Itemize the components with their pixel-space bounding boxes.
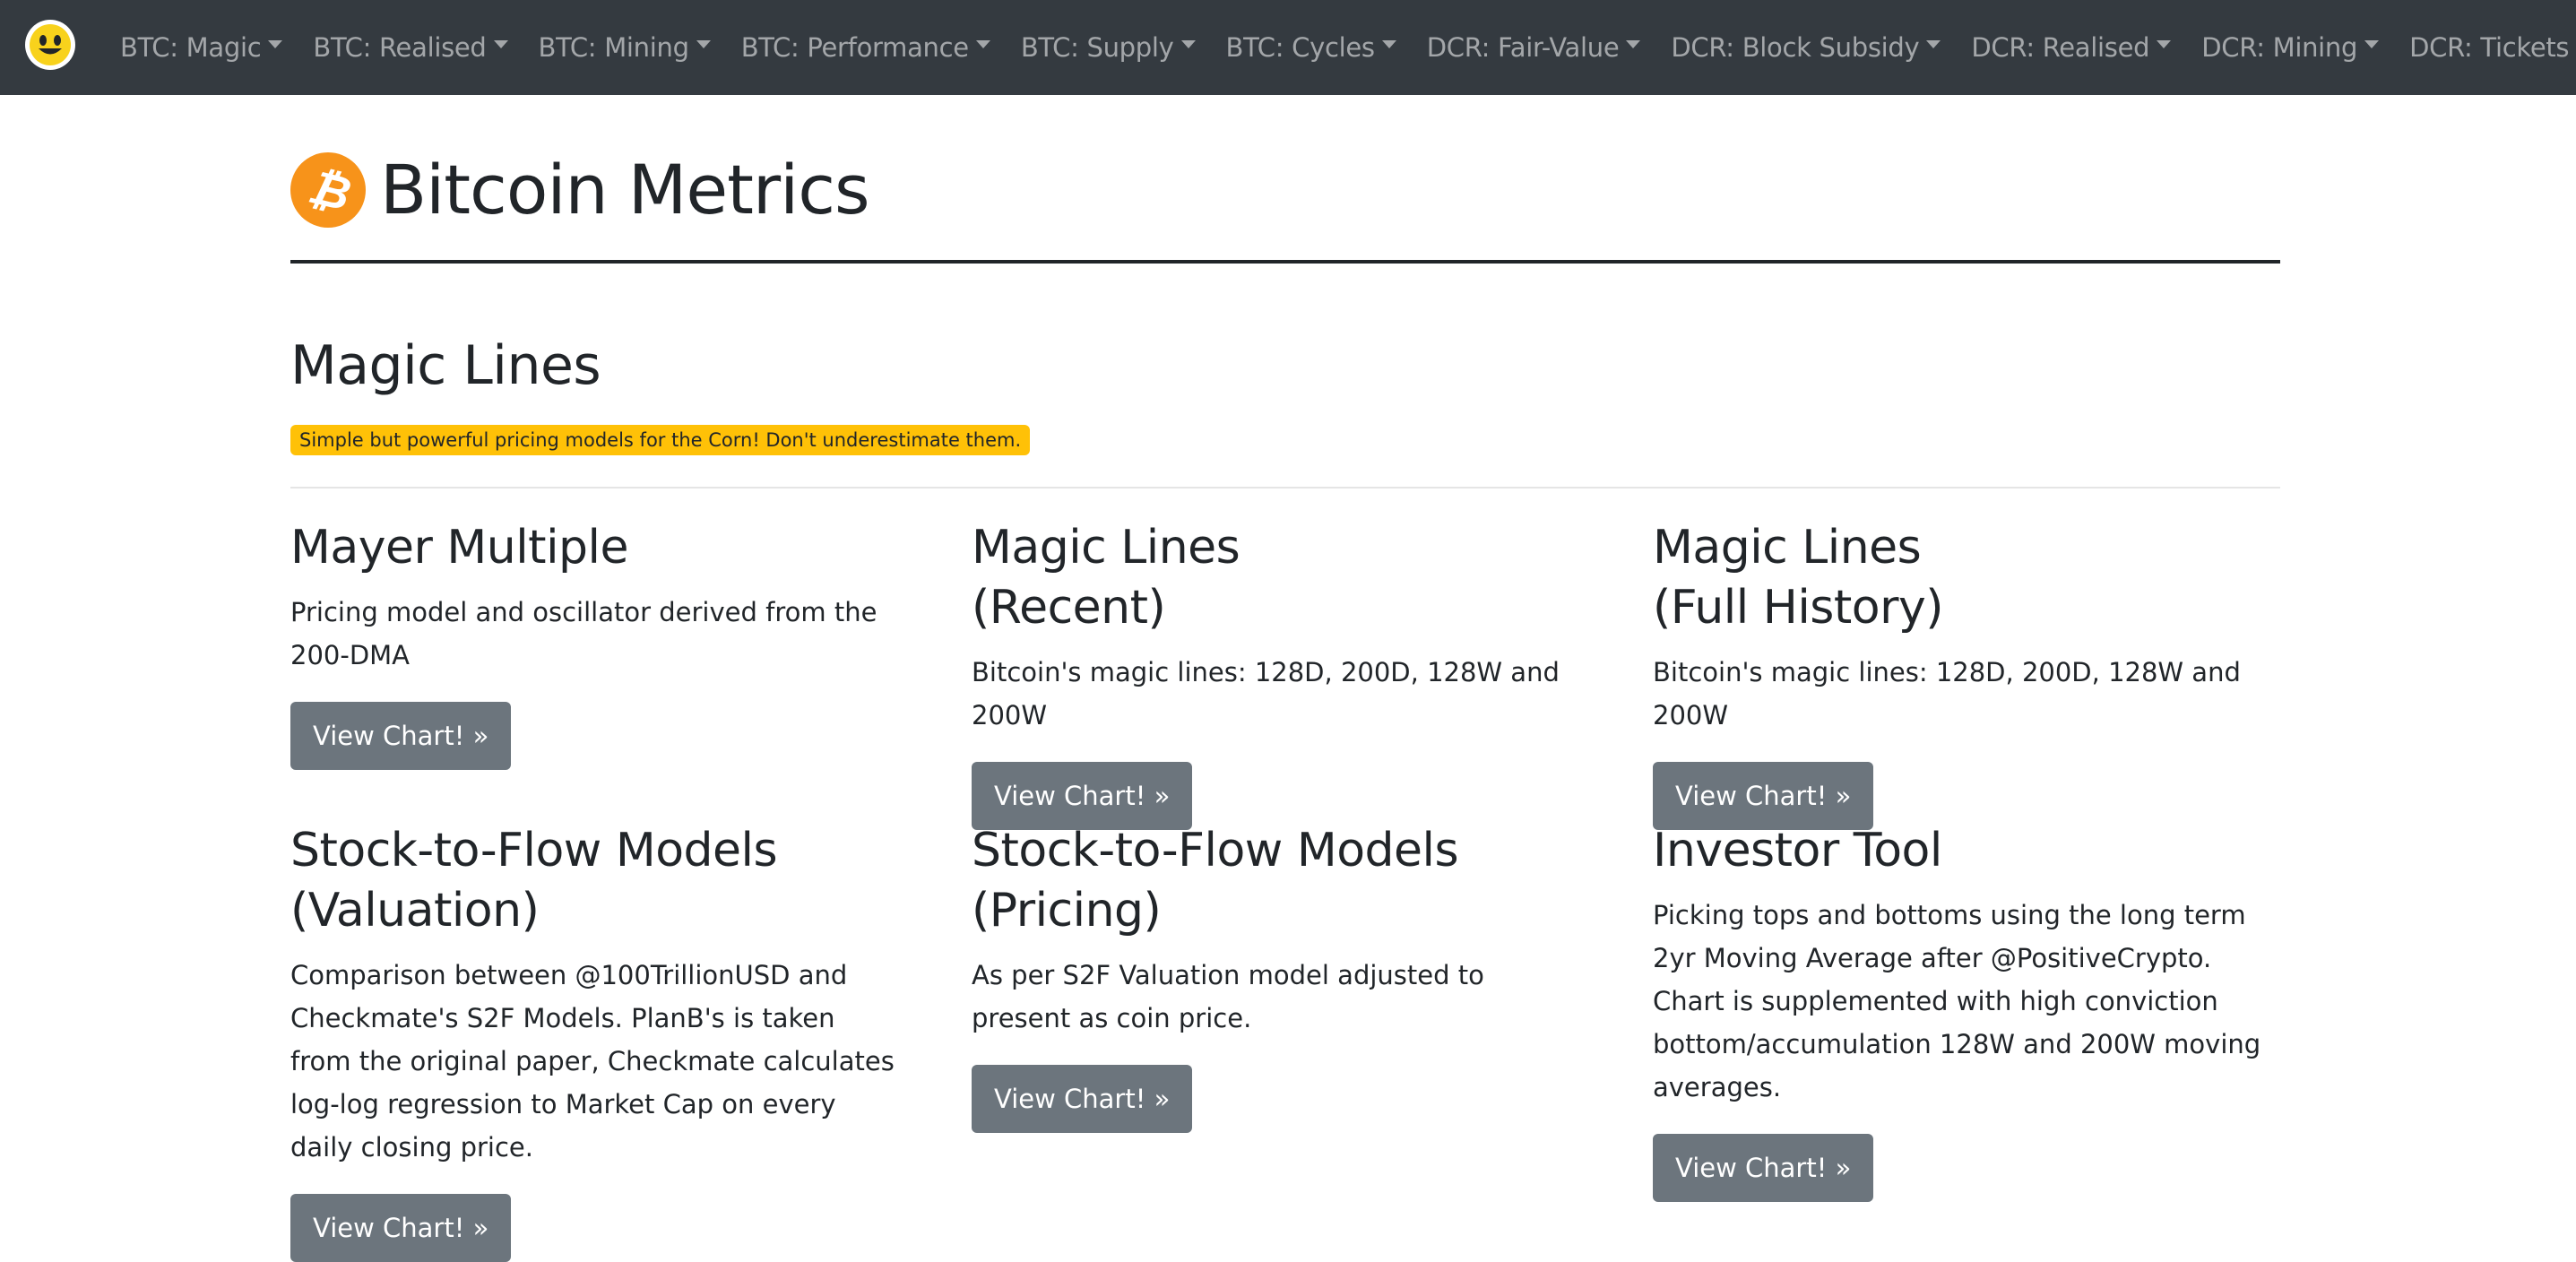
nav-dropdown-btc-supply[interactable]: BTC: Supply xyxy=(1021,32,1196,63)
caret-down-icon xyxy=(975,39,990,48)
nav-dropdown-label: BTC: Realised xyxy=(313,32,487,63)
nav-dropdown-label: DCR: Fair-Value xyxy=(1426,32,1620,63)
card-title: Stock-to-Flow Models (Pricing) xyxy=(972,824,1459,938)
nav-dropdown-btc-cycles[interactable]: BTC: Cycles xyxy=(1226,32,1396,63)
nav-dropdown-dcr-realised[interactable]: DCR: Realised xyxy=(1971,32,2172,63)
page-title: Bitcoin Metrics xyxy=(380,150,870,229)
nav-dropdown-dcr-tickets[interactable]: DCR: Tickets xyxy=(2409,32,2576,63)
nav-dropdown-label: DCR: Tickets xyxy=(2409,32,2570,63)
nav-menu: BTC: Magic BTC: Realised BTC: Mining BTC: P… xyxy=(120,0,2576,95)
view-chart-button[interactable]: View Chart! » xyxy=(972,1065,1193,1133)
nav-dropdown-label: BTC: Supply xyxy=(1020,32,1174,63)
view-chart-button[interactable]: View Chart! » xyxy=(972,762,1193,830)
section-badge: Simple but powerful pricing models for t… xyxy=(290,425,1031,455)
card-title: Magic Lines (Recent) xyxy=(972,521,1240,635)
caret-down-icon xyxy=(2364,39,2380,48)
caret-down-icon xyxy=(1180,39,1196,48)
caret-down-icon xyxy=(1926,39,1941,48)
nav-dropdown-btc-mining[interactable]: BTC: Mining xyxy=(539,32,711,63)
nav-dropdown-dcr-mining[interactable]: DCR: Mining xyxy=(2201,32,2380,63)
card-description: Bitcoin's magic lines: 128D, 200D, 128W … xyxy=(972,657,1560,730)
card-description: Pricing model and oscillator derived fro… xyxy=(290,597,877,670)
section-title: Magic Lines xyxy=(290,334,601,397)
bitcoin-icon: ₿ xyxy=(290,152,366,228)
card-magic-lines-full-history: Magic Lines (Full History) Bitcoin's mag… xyxy=(1653,518,2262,830)
card-s2f-valuation: Stock-to-Flow Models (Valuation) Compari… xyxy=(290,821,900,1262)
top-navbar: BTC: Magic BTC: Realised BTC: Mining BTC: P… xyxy=(0,0,2576,95)
smiley-logo-icon[interactable] xyxy=(24,19,76,71)
card-investor-tool: Investor Tool Picking tops and bottoms u… xyxy=(1653,821,2262,1202)
caret-down-icon xyxy=(2157,39,2172,48)
card-mayer-multiple: Mayer Multiple Pricing model and oscilla… xyxy=(290,518,900,770)
nav-dropdown-label: BTC: Cycles xyxy=(1225,32,1376,63)
nav-dropdown-btc-realised[interactable]: BTC: Realised xyxy=(313,32,508,63)
nav-dropdown-label: DCR: Realised xyxy=(1971,32,2150,63)
nav-dropdown-btc-performance[interactable]: BTC: Performance xyxy=(741,32,990,63)
card-magic-lines-recent: Magic Lines (Recent) Bitcoin's magic lin… xyxy=(972,518,1581,830)
nav-dropdown-dcr-fair-value[interactable]: DCR: Fair-Value xyxy=(1427,32,1641,63)
card-description: As per S2F Valuation model adjusted to p… xyxy=(972,960,1484,1033)
caret-down-icon xyxy=(1626,39,1641,48)
nav-dropdown-dcr-block-subsidy[interactable]: DCR: Block Subsidy xyxy=(1671,32,1941,63)
card-description: Bitcoin's magic lines: 128D, 200D, 128W … xyxy=(1653,657,2241,730)
nav-dropdown-label: BTC: Performance xyxy=(740,32,969,63)
nav-dropdown-label: DCR: Mining xyxy=(2201,32,2358,63)
card-title: Stock-to-Flow Models (Valuation) xyxy=(290,824,778,938)
card-description: Comparison between @100TrillionUSD and C… xyxy=(290,960,895,1163)
view-chart-button[interactable]: View Chart! » xyxy=(290,702,512,770)
nav-dropdown-btc-magic[interactable]: BTC: Magic xyxy=(120,32,283,63)
view-chart-button[interactable]: View Chart! » xyxy=(1653,762,1874,830)
caret-down-icon xyxy=(696,39,711,48)
card-s2f-pricing: Stock-to-Flow Models (Pricing) As per S2… xyxy=(972,821,1581,1133)
caret-down-icon xyxy=(493,39,508,48)
section-divider xyxy=(290,487,2280,488)
card-title: Mayer Multiple xyxy=(290,521,628,575)
card-title: Magic Lines (Full History) xyxy=(1653,521,1944,635)
card-title: Investor Tool xyxy=(1653,824,1942,877)
view-chart-button[interactable]: View Chart! » xyxy=(290,1194,512,1262)
caret-down-icon xyxy=(1381,39,1396,48)
view-chart-button[interactable]: View Chart! » xyxy=(1653,1134,1874,1202)
nav-dropdown-label: BTC: Magic xyxy=(120,32,262,63)
page-header: ₿ Bitcoin Metrics xyxy=(290,145,2280,264)
nav-dropdown-label: BTC: Mining xyxy=(538,32,689,63)
card-description: Picking tops and bottoms using the long … xyxy=(1653,900,2261,1102)
nav-dropdown-label: DCR: Block Subsidy xyxy=(1671,32,1920,63)
caret-down-icon xyxy=(268,39,283,48)
